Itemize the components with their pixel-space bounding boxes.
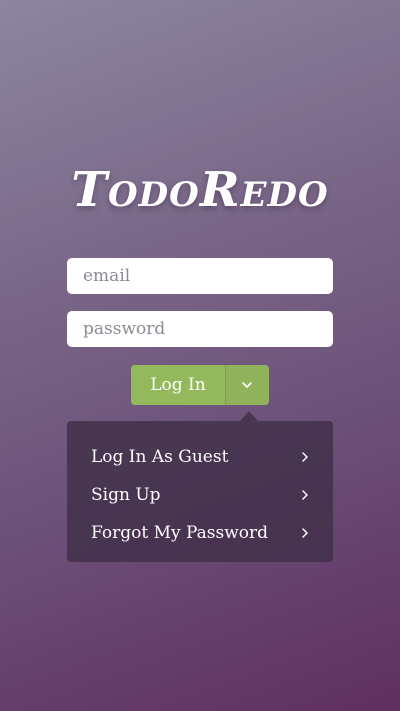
login-button[interactable]: Log In [131,365,225,405]
password-input[interactable] [67,311,333,347]
chevron-right-icon [301,489,309,501]
menu-item-forgot-password[interactable]: Forgot My Password [67,514,333,552]
menu-pointer [240,411,258,421]
menu-item-label: Log In As Guest [91,447,229,467]
menu-item-sign-up[interactable]: Sign Up [67,476,333,514]
menu-item-label: Forgot My Password [91,523,269,543]
chevron-right-icon [301,527,309,539]
email-input[interactable] [67,258,333,294]
app-logo: TodoRedo [71,162,329,218]
login-options-toggle[interactable] [225,365,268,405]
menu-item-guest-login[interactable]: Log In As Guest [67,438,333,476]
chevron-right-icon [301,451,309,463]
login-button-group: Log In [131,365,269,405]
menu-item-label: Sign Up [91,485,161,505]
login-options-menu: Log In As Guest Sign Up Forgot My Passwo… [67,421,333,562]
chevron-down-icon [242,382,252,388]
